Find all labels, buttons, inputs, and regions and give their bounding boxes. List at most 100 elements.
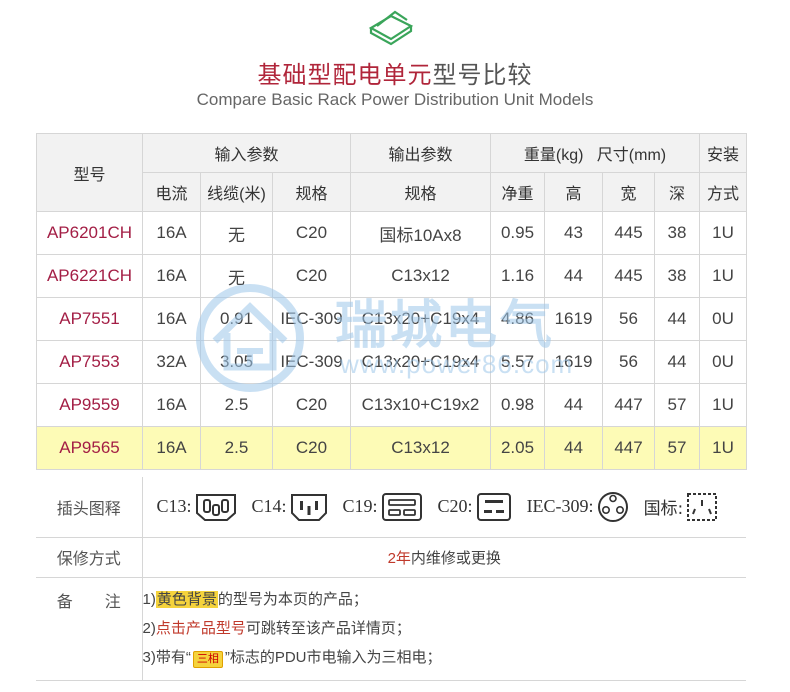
note-3-prefix: 3)带有“ [142,649,191,666]
cell-net: 5.57 [490,340,545,384]
cell-width: 445 [602,211,655,255]
book-logo-icon [368,10,414,46]
model-link[interactable]: AP7553 [36,340,143,384]
plug-c14: C14: [252,491,329,523]
page-header: 基础型配电单元型号比较 Compare Basic Rack Power Dis… [0,0,790,130]
table-row: AP7551 16A 0.91 IEC-309 C13x20+C19x4 4.8… [36,297,748,341]
plug-c13: C13: [157,491,238,523]
cell-cable: 无 [200,211,273,255]
plug-legend-label: 插头图释 [36,477,143,538]
plug-c19: C19: [343,491,424,523]
model-link[interactable]: AP7551 [36,297,143,341]
cell-spec-in: C20 [272,211,351,255]
cell-spec-in: C20 [272,426,351,470]
cell-height: 43 [544,211,603,255]
cell-spec-out: 国标10Ax8 [350,211,491,255]
table-row-highlighted: AP9565 16A 2.5 C20 C13x12 2.05 44 447 57… [36,426,748,470]
sub-install-header: 方式 [699,172,748,212]
page-subtitle: Compare Basic Rack Power Distribution Un… [196,90,594,109]
cell-spec-in: C20 [272,383,351,427]
note-3: 3)带有“ 三相 ”标志的PDU市电输入为三相电； [143,643,747,672]
cell-cable: 0.91 [200,297,273,341]
cell-spec-out: C13x10+C19x2 [350,383,491,427]
cell-depth: 44 [653,297,701,341]
sub-current-header: 电流 [142,172,201,212]
note-1: 1)黄色背景的型号为本页的产品； [143,585,747,614]
model-link[interactable]: AP9559 [36,383,143,427]
cell-current: 16A [142,211,201,255]
cell-width: 445 [602,254,655,298]
cell-depth: 57 [653,383,701,427]
table-row: AP7553 32A 3.05 IEC-309 C13x20+C19x4 5.5… [36,340,748,384]
plug-gb-label: 国标: [643,499,684,520]
model-link[interactable]: AP6201CH [36,211,143,255]
note-1-prefix: 1) [142,591,156,608]
col-model-header: 型号 [36,133,143,212]
plug-legend: C13: C14: C19: C20: IEC-309: 国标: [143,490,747,524]
cell-net: 2.05 [490,426,545,470]
cell-height: 1619 [544,297,603,341]
warranty-row: 保修方式 2年内维修或更换 [36,537,746,578]
cell-spec-out: C13x12 [350,254,491,298]
cell-install: 0U [699,297,748,341]
note-2-red: 点击产品型号 [155,620,246,637]
c14-inlet-icon [290,493,327,521]
sub-width-header: 宽 [602,172,655,212]
info-table: 插头图释 C13: C14: C19: C20: IEC-309: 国标: 保修… [36,477,746,681]
group-weight-size-header: 重量(kg) 尺寸(mm) [489,133,701,173]
cell-cable: 2.5 [200,383,273,427]
model-comparison-table: 型号 输入参数 输出参数 重量(kg) 尺寸(mm) 安装 电流 线缆(米) 规… [36,133,748,470]
cell-cable: 2.5 [200,426,273,470]
sub-net-header: 净重 [490,172,545,212]
cell-height: 44 [544,426,603,470]
cell-depth: 38 [653,211,701,255]
table-row: AP6221CH 16A 无 C20 C13x12 1.16 44 445 38… [36,254,748,298]
cell-spec-out: C13x20+C19x4 [350,297,491,341]
plug-c20: C20: [438,491,513,523]
cell-install: 1U [699,211,748,255]
cell-width: 56 [602,340,655,384]
cell-install: 0U [699,340,748,384]
group-output-header: 输出参数 [350,133,491,173]
table-row: AP6201CH 16A 无 C20 国标10Ax8 0.95 43 445 3… [36,211,748,255]
model-link[interactable]: AP6221CH [36,254,143,298]
plug-c14-label: C14: [251,496,287,517]
cell-depth: 57 [653,426,701,470]
warranty-years: 2年 [387,549,411,567]
cell-spec-out: C13x12 [350,426,491,470]
table-row: AP9559 16A 2.5 C20 C13x10+C19x2 0.98 44 … [36,383,748,427]
cell-cable: 3.05 [200,340,273,384]
cell-net: 4.86 [490,297,545,341]
page-title: 基础型配电单元型号比较 [0,55,790,90]
note-3-rest: ”标志的PDU市电输入为三相电； [224,649,442,666]
sub-spec-out-header: 规格 [350,172,491,212]
cell-spec-out: C13x20+C19x4 [350,340,491,384]
cell-current: 32A [142,340,201,384]
cell-depth: 38 [653,254,701,298]
c19-socket-icon [381,492,422,521]
cell-current: 16A [142,383,201,427]
cell-cable: 无 [200,254,273,298]
cell-install: 1U [699,383,748,427]
cell-spec-in: IEC-309 [272,297,351,341]
title-accent: 基础型配电单元 [257,61,433,89]
notes-content: 1)黄色背景的型号为本页的产品； 2)点击产品型号可跳转至该产品详情页； 3)带… [142,577,747,681]
plug-c19-label: C19: [342,496,378,517]
cell-spec-in: IEC-309 [272,340,351,384]
model-link[interactable]: AP9565 [36,426,143,470]
plug-iec309: IEC-309: [527,490,630,524]
cell-install: 1U [699,426,748,470]
sub-cable-header: 线缆(米) [200,172,273,212]
sub-height-header: 高 [544,172,603,212]
sub-spec-in-header: 规格 [272,172,351,212]
note-1-rest: 的型号为本页的产品； [217,591,368,608]
group-install-header: 安装 [699,133,748,173]
cell-height: 1619 [544,340,603,384]
c13-socket-icon [195,493,236,521]
cell-depth: 44 [653,340,701,384]
cell-net: 1.16 [490,254,545,298]
cell-height: 44 [544,254,603,298]
note-2-rest: 可跳转至该产品详情页； [245,620,411,637]
three-phase-badge: 三相 [192,651,223,668]
group-input-header: 输入参数 [142,133,351,173]
